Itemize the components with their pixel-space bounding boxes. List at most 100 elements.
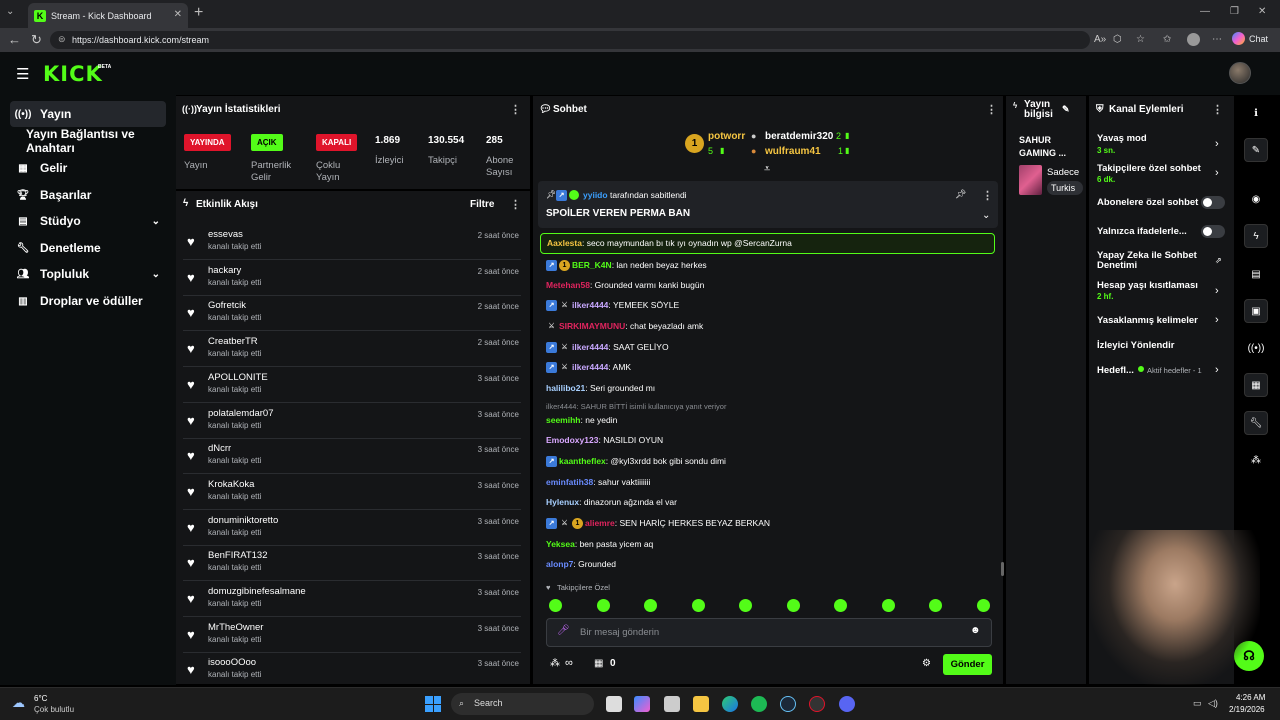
new-tab-icon[interactable]: +: [194, 4, 203, 22]
quick-actions-icon[interactable]: ϟ: [1244, 224, 1268, 248]
chat-username[interactable]: alonp7: [546, 559, 573, 569]
site-info-icon[interactable]: ⊜: [58, 34, 66, 45]
emote-icon[interactable]: [786, 599, 800, 612]
activity-username[interactable]: domuzgibinefesalmane: [208, 586, 306, 597]
activity-row[interactable]: ♥ essevas kanalı takip etti 2 saat önce: [183, 225, 521, 260]
highlight-user[interactable]: Aaxlesta: [547, 238, 582, 248]
activity-username[interactable]: hackary: [208, 265, 241, 276]
chat-menu-icon[interactable]: ⋮: [986, 103, 997, 116]
kick-points-icon[interactable]: ⁂: [550, 658, 560, 669]
back-icon[interactable]: ←: [8, 32, 21, 47]
chat-username[interactable]: Metehan58: [546, 280, 590, 290]
chevron-right-icon[interactable]: ›: [1215, 138, 1219, 150]
chevron-down-icon[interactable]: ⌄: [152, 269, 160, 280]
emote-icon[interactable]: [644, 599, 657, 612]
activity-username[interactable]: BenFIRAT132: [208, 550, 268, 561]
emote-icon[interactable]: [976, 599, 990, 612]
activity-row[interactable]: ♥ hackary kanalı takip etti 2 saat önce: [183, 261, 521, 296]
chevron-right-icon[interactable]: ›: [1215, 285, 1219, 297]
profile-icon[interactable]: [1187, 33, 1200, 46]
pinned-by-user[interactable]: yyiido: [583, 190, 608, 200]
emote-icon[interactable]: [739, 599, 752, 612]
camera-icon[interactable]: ◉: [1244, 187, 1268, 211]
user-avatar[interactable]: [1229, 62, 1251, 84]
emote-icon[interactable]: [549, 599, 562, 612]
chat-username[interactable]: aliemre: [585, 518, 615, 528]
subscribers-only-toggle[interactable]: [1201, 196, 1225, 209]
chat-username[interactable]: ilker4444: [572, 342, 608, 352]
sidebar-item-droplar[interactable]: ▥ Droplar ve ödüller: [10, 288, 166, 314]
activity-row[interactable]: ♥ KrokaKoka kanalı takip etti 3 saat önce: [183, 475, 521, 510]
activity-row[interactable]: ♥ MrTheOwner kanalı takip etti 3 saat önce: [183, 618, 521, 653]
actions-menu-icon[interactable]: ⋮: [1212, 103, 1223, 116]
maximize-icon[interactable]: ❐: [1230, 6, 1239, 17]
edit-stream-icon[interactable]: ✎: [1244, 138, 1268, 162]
activity-username[interactable]: isoooOOoo: [208, 657, 256, 668]
info-icon[interactable]: ℹ: [1244, 101, 1268, 125]
chat-username[interactable]: Hylenux: [546, 497, 579, 507]
emote-icon[interactable]: [596, 599, 610, 612]
browser-tab[interactable]: K Stream - Kick Dashboard ✕: [28, 3, 188, 28]
activity-row[interactable]: ♥ isoooOOoo kanalı takip etti 3 saat önce: [183, 653, 521, 689]
pinned-menu-icon[interactable]: ⋮: [982, 189, 993, 202]
activity-username[interactable]: essevas: [208, 229, 243, 240]
read-aloud-icon[interactable]: A»: [1094, 34, 1106, 45]
chat-username[interactable]: halilibo21: [546, 383, 585, 393]
discord-icon[interactable]: [839, 696, 855, 712]
chat-username[interactable]: eminfatih38: [546, 477, 593, 487]
filter-button[interactable]: Filtre: [470, 199, 494, 210]
wrench-tool-icon[interactable]: 🔧︎: [1244, 411, 1268, 435]
steam-icon[interactable]: [780, 696, 796, 712]
category-thumbnail[interactable]: [1019, 165, 1042, 195]
edit-icon[interactable]: ✎: [1062, 104, 1070, 115]
broadcast-toggle-icon[interactable]: ((•)): [1244, 336, 1268, 360]
banned-words-label[interactable]: Yasaklanmış kelimeler: [1097, 315, 1198, 326]
close-tab-icon[interactable]: ✕: [174, 9, 182, 20]
chevron-right-icon[interactable]: ›: [1215, 364, 1219, 376]
send-button[interactable]: Gönder: [943, 654, 992, 675]
tab-list-icon[interactable]: ⌄: [6, 6, 14, 17]
activity-row[interactable]: ♥ BenFIRAT132 kanalı takip etti 3 saat önce: [183, 546, 521, 582]
activity-row[interactable]: ♥ domuzgibinefesalmane kanalı takip etti 3 …: [183, 582, 521, 617]
kick-points-rail-icon[interactable]: ⁂: [1244, 448, 1268, 472]
extension-icon[interactable]: ⬡: [1113, 34, 1122, 45]
sidebar-item-yayin[interactable]: ((•)) Yayın: [10, 101, 166, 127]
store-icon[interactable]: ▦: [594, 658, 603, 669]
viewer-redirect-label[interactable]: İzleyici Yönlendir: [1097, 340, 1174, 351]
microphone-icon[interactable]: 🎤︎: [557, 625, 570, 636]
activity-username[interactable]: dNcrr: [208, 443, 231, 454]
close-window-icon[interactable]: ✕: [1258, 6, 1266, 17]
external-link-icon[interactable]: ⇗: [1215, 256, 1222, 265]
sidebar-item-denetleme[interactable]: 🔧︎ Denetleme: [10, 235, 166, 261]
chat-settings-icon[interactable]: ⚙: [922, 658, 931, 669]
activity-menu-icon[interactable]: ⋮: [510, 198, 521, 211]
chat-toggle-icon[interactable]: ▣: [1244, 299, 1268, 323]
leader-first-name[interactable]: potworr: [708, 131, 745, 142]
favorites-bar-icon[interactable]: ✩: [1163, 34, 1171, 45]
copilot-chat-button[interactable]: Chat: [1232, 32, 1268, 45]
sidebar-item-studyo[interactable]: ▤ Stüdyo ⌄: [10, 208, 166, 234]
more-options-icon[interactable]: ⋯: [1212, 34, 1222, 45]
chat-username[interactable]: ilker4444: [572, 300, 608, 310]
file-explorer-icon[interactable]: [693, 696, 709, 712]
sidebar-item-topluluk[interactable]: 👥︎ Topluluk ⌄: [10, 261, 166, 287]
goals-label[interactable]: Hedefl...: [1097, 365, 1134, 376]
activity-row[interactable]: ♥ donuminiktoretto kanalı takip etti 3 saat…: [183, 511, 521, 546]
leader-second-name[interactable]: beratdemir320: [765, 131, 833, 142]
pinned-message-card[interactable]: [538, 181, 998, 228]
taskbar-search[interactable]: [451, 693, 594, 715]
emote-icon[interactable]: [929, 599, 942, 612]
menu-icon[interactable]: ☰: [16, 65, 29, 83]
volume-icon[interactable]: ◁): [1208, 698, 1218, 709]
chat-username[interactable]: Emodoxy123: [546, 435, 598, 445]
emote-icon[interactable]: [834, 599, 847, 612]
document-icon[interactable]: ▤: [1244, 262, 1268, 286]
spotify-icon[interactable]: [751, 696, 767, 712]
copilot-app-icon[interactable]: [634, 696, 650, 712]
chat-username[interactable]: ilker4444: [572, 362, 608, 372]
sidebar-item-stream-key[interactable]: Yayın Bağlantısı ve Anahtarı: [22, 127, 182, 155]
followers-only-chat-label[interactable]: Takipçilere özel sohbet: [1097, 163, 1201, 174]
activity-username[interactable]: MrTheOwner: [208, 622, 263, 633]
emote-icon[interactable]: [691, 599, 705, 612]
activity-row[interactable]: ♥ dNcrr kanalı takip etti 3 saat önce: [183, 439, 521, 475]
